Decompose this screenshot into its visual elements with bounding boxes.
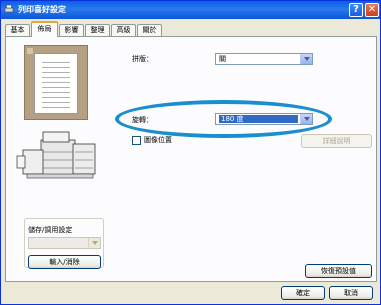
pages-per-sheet-label: 拼版：	[132, 55, 153, 63]
saved-settings-label: 儲存/調用設定	[28, 226, 73, 234]
rotation-value: 180 度	[219, 115, 298, 123]
tab-basic[interactable]: 基本	[5, 24, 30, 36]
tab-effects[interactable]: 影響	[59, 24, 84, 36]
cancel-button[interactable]: 取消	[329, 286, 373, 300]
title-bar[interactable]: 列印喜好設定 ? ✕	[1, 1, 380, 19]
saved-settings-select[interactable]	[28, 237, 101, 249]
pages-per-sheet-value: 關	[219, 55, 226, 63]
chevron-down-icon[interactable]	[300, 54, 312, 64]
mirror-image-label: 圖像位置	[144, 136, 172, 144]
mirror-image-checkbox[interactable]	[132, 136, 141, 145]
orientation-icon	[27, 48, 33, 54]
details-button[interactable]: 詳細說明	[301, 134, 372, 148]
tab-layout[interactable]: 佈局	[31, 21, 58, 37]
tab-advanced[interactable]: 高級	[111, 24, 136, 36]
printing-preferences-window: 列印喜好設定 ? ✕ 基本 佈局 影響 整理 高級 關於 拼版： 關 旋轉： 1…	[0, 0, 381, 305]
load-delete-button[interactable]: 輸入/消除	[28, 255, 101, 269]
printer-icon	[4, 4, 14, 13]
tab-finishing[interactable]: 整理	[85, 24, 110, 36]
page-preview	[24, 45, 88, 120]
close-button[interactable]: ✕	[365, 3, 379, 17]
chevron-down-icon[interactable]	[88, 238, 100, 248]
preview-page	[34, 53, 78, 114]
rotation-select[interactable]: 180 度	[215, 113, 313, 125]
help-button[interactable]: ?	[349, 3, 363, 17]
restore-defaults-button[interactable]: 恢復預設值	[305, 264, 372, 278]
ok-button[interactable]: 確定	[281, 286, 325, 300]
window-title: 列印喜好設定	[18, 5, 66, 14]
pages-per-sheet-select[interactable]: 關	[215, 53, 313, 65]
chevron-down-icon[interactable]	[300, 114, 312, 124]
printer-illustration-icon	[16, 131, 96, 179]
rotation-label: 旋轉：	[132, 116, 153, 124]
tab-about[interactable]: 關於	[137, 24, 162, 36]
